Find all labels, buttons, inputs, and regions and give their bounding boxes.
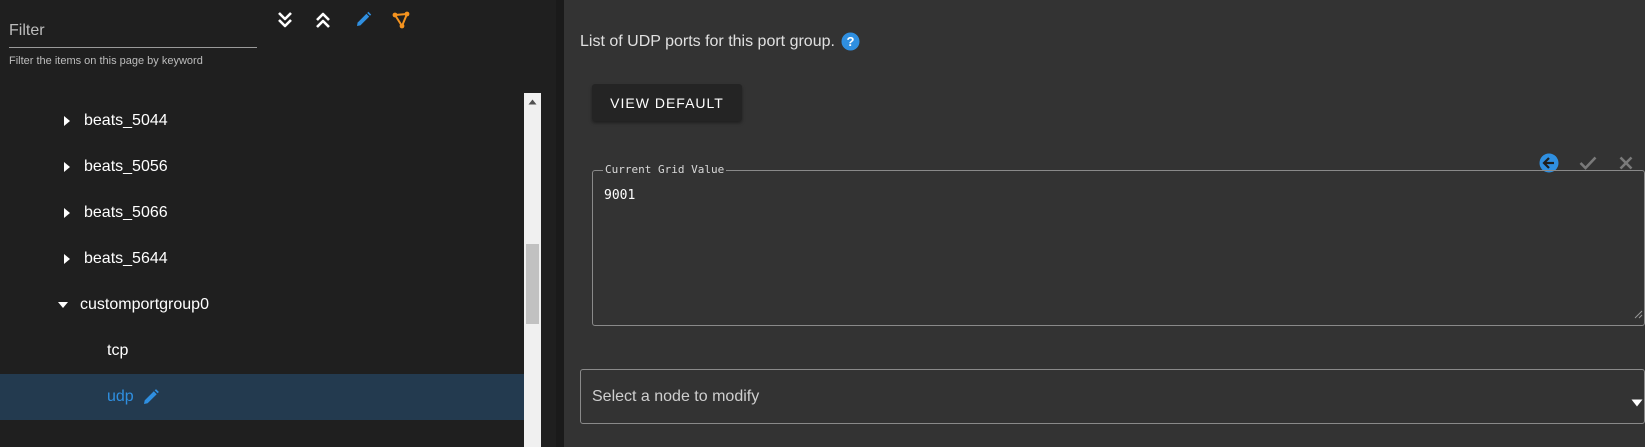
edit-pencil-icon[interactable] xyxy=(350,7,376,33)
tree-item-label: tcp xyxy=(107,342,129,359)
port-group-tree: beats_5044 beats_5056 beats_5066 beats_5… xyxy=(0,95,524,447)
grid-value-textarea[interactable]: 9001 xyxy=(604,188,635,203)
scroll-up-arrow-icon[interactable] xyxy=(524,93,541,110)
tree-item-beats-5066[interactable]: beats_5066 xyxy=(0,190,524,236)
filter-hint: Filter the items on this page by keyword xyxy=(9,55,203,67)
tree-item-label: customportgroup0 xyxy=(80,296,209,313)
grid-value-legend: Current Grid Value xyxy=(603,163,727,176)
tree-item-label: beats_5644 xyxy=(84,250,168,267)
caret-right-icon xyxy=(60,252,74,266)
node-select-placeholder: Select a node to modify xyxy=(592,388,760,405)
filter-input[interactable]: Filter xyxy=(9,22,45,40)
tree-item-beats-5644[interactable]: beats_5644 xyxy=(0,236,524,282)
panel-divider xyxy=(556,0,564,447)
tree-item-udp[interactable]: udp xyxy=(0,374,524,420)
detail-panel: List of UDP ports for this port group. ?… xyxy=(564,0,1645,447)
filter-underline xyxy=(9,47,257,48)
tree-item-label: udp xyxy=(107,388,134,405)
help-icon[interactable]: ? xyxy=(841,32,860,51)
caret-down-icon xyxy=(56,298,70,312)
tree-item-label: beats_5044 xyxy=(84,112,168,129)
collapse-all-icon[interactable] xyxy=(310,7,336,33)
app-root: Filter Filter the items on this page by … xyxy=(0,0,1645,447)
edit-pencil-icon[interactable] xyxy=(142,388,160,406)
tree-scrollbar[interactable] xyxy=(524,93,541,447)
tree-item-tcp[interactable]: tcp xyxy=(0,328,524,374)
svg-text:?: ? xyxy=(846,34,854,49)
share-graph-icon[interactable] xyxy=(388,7,414,33)
view-default-button[interactable]: VIEW DEFAULT xyxy=(592,84,742,121)
expand-all-icon[interactable] xyxy=(272,7,298,33)
tree-item-customportgroup0[interactable]: customportgroup0 xyxy=(0,282,524,328)
node-select-dropdown[interactable]: Select a node to modify xyxy=(580,369,1645,424)
dropdown-arrow-icon xyxy=(1631,394,1643,412)
resize-grip-icon[interactable] xyxy=(1634,306,1643,324)
description-text: List of UDP ports for this port group. xyxy=(580,32,835,50)
navigation-panel: Filter Filter the items on this page by … xyxy=(0,0,541,447)
scroll-thumb[interactable] xyxy=(526,244,539,324)
tree-item-label: beats_5056 xyxy=(84,158,168,175)
tree-item-label: beats_5066 xyxy=(84,204,168,221)
caret-right-icon xyxy=(60,160,74,174)
tree-item-beats-5044[interactable]: beats_5044 xyxy=(0,98,524,144)
tree-item-beats-5056[interactable]: beats_5056 xyxy=(0,144,524,190)
port-group-description: List of UDP ports for this port group. ? xyxy=(580,32,860,51)
caret-right-icon xyxy=(60,206,74,220)
current-grid-value-field[interactable]: Current Grid Value 9001 xyxy=(592,163,1645,326)
caret-right-icon xyxy=(60,114,74,128)
